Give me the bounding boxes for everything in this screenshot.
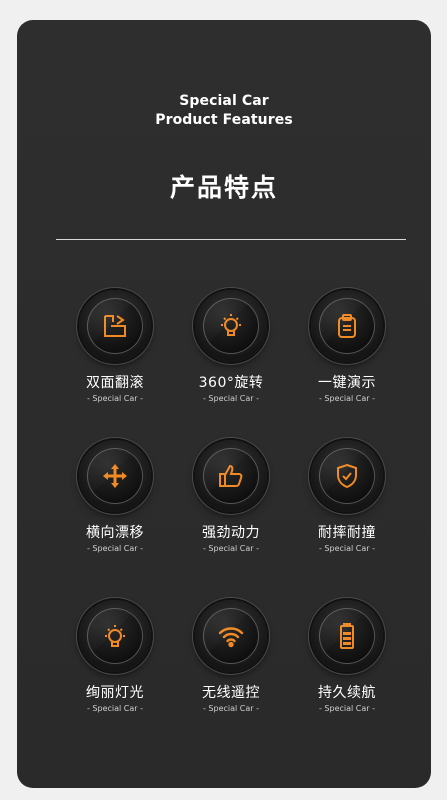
wifi-icon	[218, 627, 244, 648]
lightbulb-icon	[221, 314, 241, 336]
clipboard-icon	[338, 314, 356, 338]
icon-ring	[311, 600, 383, 672]
icon-ring	[311, 290, 383, 362]
feature-double-flip: 双面翻滚 - Special Car -	[55, 290, 175, 410]
icon-ring	[311, 440, 383, 512]
feature-360-rotate: 360°旋转 - Special Car -	[171, 290, 291, 410]
flip-icon	[104, 315, 126, 337]
header-english: Special Car Product Features	[17, 92, 431, 130]
feature-long-battery: 持久续航 - Special Car -	[287, 600, 407, 720]
thumbs-up-icon	[219, 464, 243, 487]
feature-subtitle: - Special Car -	[318, 704, 375, 713]
feature-title: 无线遥控	[202, 685, 260, 701]
divider	[56, 239, 406, 240]
light-icon	[105, 625, 125, 647]
icon-ring	[79, 290, 151, 362]
feature-subtitle: - Special Car -	[318, 544, 375, 553]
header-line1: Special Car	[179, 93, 269, 109]
icon-ring	[195, 290, 267, 362]
feature-subtitle: - Special Car -	[202, 704, 259, 713]
icon-ring	[195, 440, 267, 512]
feature-subtitle: - Special Car -	[86, 544, 143, 553]
icon-ring	[195, 600, 267, 672]
feature-cool-lights: 绚丽灯光 - Special Car -	[55, 600, 175, 720]
battery-icon	[340, 623, 354, 649]
feature-title: 横向漂移	[86, 525, 144, 541]
feature-one-key-demo: 一键演示 - Special Car -	[287, 290, 407, 410]
feature-title: 双面翻滚	[86, 375, 144, 391]
move-arrows-icon	[103, 464, 127, 488]
page-title: 产品特点	[169, 173, 278, 202]
icon-ring	[79, 440, 151, 512]
feature-strong-power: 强劲动力 - Special Car -	[171, 440, 291, 560]
feature-wireless-remote: 无线遥控 - Special Car -	[171, 600, 291, 720]
feature-subtitle: - Special Car -	[86, 704, 143, 713]
feature-title: 持久续航	[318, 685, 376, 701]
shield-check-icon	[337, 463, 357, 489]
feature-subtitle: - Special Car -	[86, 394, 143, 403]
feature-side-drift: 横向漂移 - Special Car -	[55, 440, 175, 560]
feature-title: 360°旋转	[198, 375, 264, 391]
feature-card: Special Car Product Features 产品特点 双面翻滚 -…	[17, 20, 431, 788]
header-line2: Product Features	[155, 112, 293, 128]
feature-subtitle: - Special Car -	[202, 544, 259, 553]
feature-title: 绚丽灯光	[86, 685, 144, 701]
feature-drop-resistant: 耐摔耐撞 - Special Car -	[287, 440, 407, 560]
feature-subtitle: - Special Car -	[318, 394, 375, 403]
icon-ring	[79, 600, 151, 672]
feature-title: 耐摔耐撞	[318, 525, 376, 541]
feature-title: 强劲动力	[202, 525, 260, 541]
feature-title: 一键演示	[318, 375, 376, 391]
feature-subtitle: - Special Car -	[202, 394, 259, 403]
